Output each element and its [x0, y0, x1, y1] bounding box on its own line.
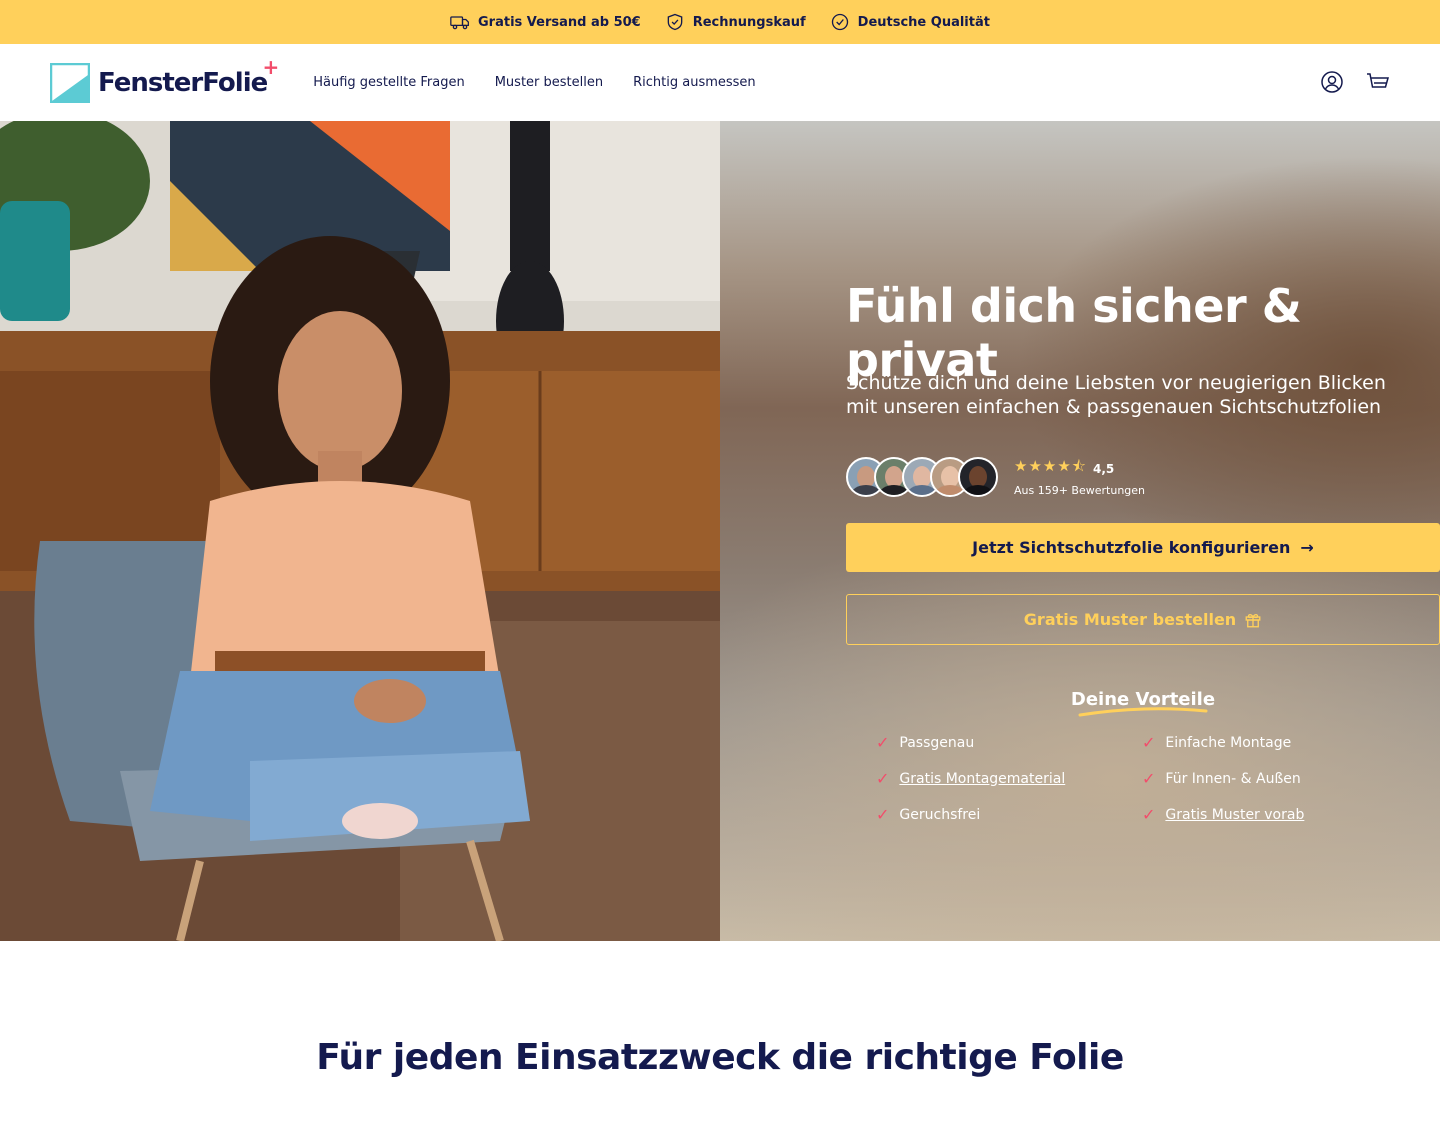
badge-check-icon [831, 13, 848, 31]
section-title: Für jeden Einsatzzweck die richtige Foli… [316, 1037, 1124, 1078]
benefit-label: Einfache Montage [1165, 734, 1292, 751]
check-icon: ✓ [876, 769, 890, 788]
announcement-bar: Gratis Versand ab 50€ Rechnungskauf Deut… [0, 0, 1440, 44]
nav-item-faq[interactable]: Häufig gestellte Fragen [313, 75, 464, 90]
benefit-item: ✓ Einfache Montage [1142, 733, 1291, 752]
order-samples-button[interactable]: Gratis Muster bestellen [846, 594, 1440, 645]
benefit-link-mounting-material[interactable]: Gratis Montagematerial [899, 771, 1065, 787]
underline-swoosh-icon [1078, 707, 1208, 717]
topbar-item-shipping: Gratis Versand ab 50€ [450, 12, 641, 32]
avatar [958, 456, 998, 497]
rating-stars-icon: ★★★★⯪ [1014, 457, 1087, 475]
hero-image [0, 121, 720, 941]
benefit-item: ✓ Für Innen- & Außen [1142, 769, 1301, 788]
account-icon[interactable] [1320, 70, 1344, 94]
rating-count: Aus 159+ Bewertungen [1014, 484, 1146, 497]
topbar-label: Gratis Versand ab 50€ [478, 14, 641, 30]
check-icon: ✓ [1142, 733, 1156, 752]
gift-icon [1245, 613, 1261, 627]
nav-item-order-samples[interactable]: Muster bestellen [495, 75, 603, 90]
topbar-item-invoice: Rechnungskauf [665, 12, 806, 32]
main-nav: Häufig gestellte Fragen Muster bestellen… [313, 75, 755, 90]
site-header: FensterFolie + Häufig gestellte Fragen M… [0, 44, 1440, 121]
benefit-link-free-samples[interactable]: Gratis Muster vorab [1165, 807, 1304, 823]
rating-value: 4,5 [1093, 461, 1115, 476]
reviewer-avatars [846, 456, 998, 497]
nav-item-measure[interactable]: Richtig ausmessen [633, 75, 756, 90]
benefit-label: Geruchsfrei [899, 806, 981, 823]
benefit-item: ✓ Passgenau [876, 733, 974, 752]
logo-mark-icon [50, 62, 90, 103]
benefit-item: ✓ Gratis Montagematerial [876, 769, 1065, 788]
check-icon: ✓ [876, 805, 890, 824]
cart-icon[interactable] [1366, 70, 1390, 94]
reviews-summary: ★★★★⯪ 4,5 Aus 159+ Bewertungen [846, 456, 1145, 497]
check-icon: ✓ [876, 733, 890, 752]
benefit-label: Passgenau [899, 734, 975, 751]
topbar-label: Rechnungskauf [692, 14, 806, 30]
hero-section: Fühl dich sicher & privat Schütze dich u… [0, 121, 1440, 941]
topbar-label: Deutsche Qualität [857, 14, 990, 30]
benefit-label: Für Innen- & Außen [1165, 770, 1301, 787]
logo[interactable]: FensterFolie + [50, 55, 279, 103]
shield-check-icon [667, 13, 683, 31]
logo-plus: + [262, 54, 280, 79]
check-icon: ✓ [1142, 769, 1156, 788]
topbar-item-quality: Deutsche Qualität [830, 12, 990, 32]
hero-subtitle: Schütze dich und deine Liebsten vor neug… [846, 372, 1386, 418]
check-icon: ✓ [1142, 805, 1156, 824]
benefit-item: ✓ Geruchsfrei [876, 805, 980, 824]
truck-icon [450, 16, 469, 30]
header-icons [1320, 70, 1390, 94]
benefit-item: ✓ Gratis Muster vorab [1142, 805, 1304, 824]
hero-content: Fühl dich sicher & privat Schütze dich u… [720, 121, 1440, 941]
rating: ★★★★⯪ 4,5 Aus 159+ Bewertungen [1014, 456, 1145, 497]
logo-text: FensterFolie [98, 67, 268, 98]
configure-button[interactable]: Jetzt Sichtschutzfolie konfigurieren → [846, 523, 1440, 572]
arrow-right-icon: → [1300, 538, 1314, 557]
configure-button-label: Jetzt Sichtschutzfolie konfigurieren [972, 538, 1291, 557]
order-samples-button-label: Gratis Muster bestellen [1023, 610, 1237, 629]
